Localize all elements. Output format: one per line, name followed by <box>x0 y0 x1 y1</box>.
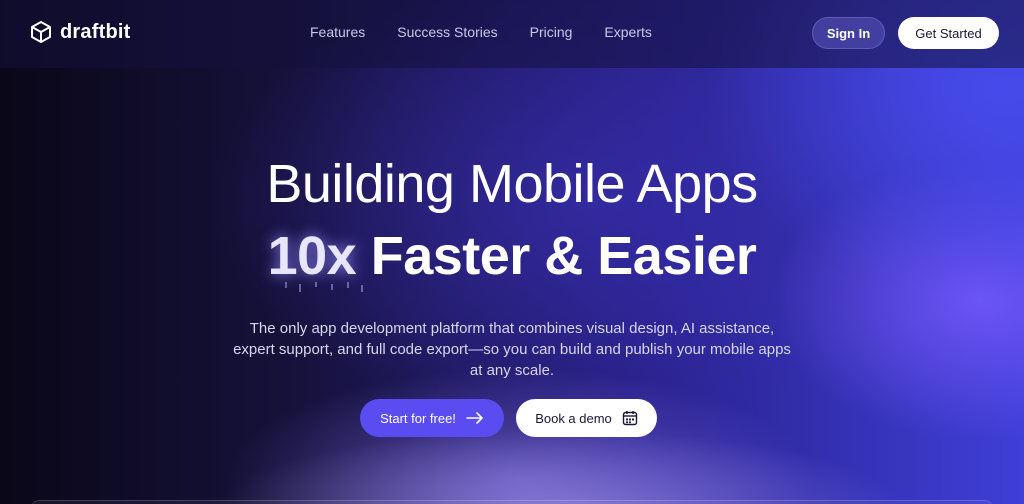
hero-title-line2: 10x Faster & Easier <box>0 224 1024 292</box>
hero-subtitle: The only app development platform that c… <box>233 320 791 379</box>
sparkle-ticks-decoration <box>284 282 363 292</box>
box-icon <box>31 21 51 43</box>
get-started-button[interactable]: Get Started <box>898 17 999 49</box>
top-navbar: draftbit Features Success Stories Pricin… <box>0 0 1024 68</box>
nav-success-stories[interactable]: Success Stories <box>397 24 497 40</box>
hero-title-line1: Building Mobile Apps <box>266 154 758 214</box>
book-demo-label: Book a demo <box>535 410 612 426</box>
start-for-free-button[interactable]: Start for free! <box>360 399 504 437</box>
book-demo-button[interactable]: Book a demo <box>516 399 657 437</box>
hero-glow <box>0 384 1024 504</box>
arrow-right-icon <box>466 412 483 424</box>
brand-name: draftbit <box>60 20 131 43</box>
start-for-free-label: Start for free! <box>380 410 456 426</box>
hero-title-line2-rest: Faster & Easier <box>370 226 757 286</box>
brand-logo[interactable]: draftbit <box>30 20 130 44</box>
hero-highlight: 10x <box>267 226 357 286</box>
calendar-icon <box>622 411 637 426</box>
nav-features[interactable]: Features <box>310 24 365 40</box>
nav-experts[interactable]: Experts <box>604 24 651 40</box>
hero-highlight-wrap: 10x <box>267 224 363 292</box>
nav-pricing[interactable]: Pricing <box>530 24 573 40</box>
main-nav: Features Success Stories Pricing Experts <box>310 24 652 40</box>
content-preview-edge <box>30 500 994 504</box>
sign-in-button[interactable]: Sign In <box>812 17 885 49</box>
